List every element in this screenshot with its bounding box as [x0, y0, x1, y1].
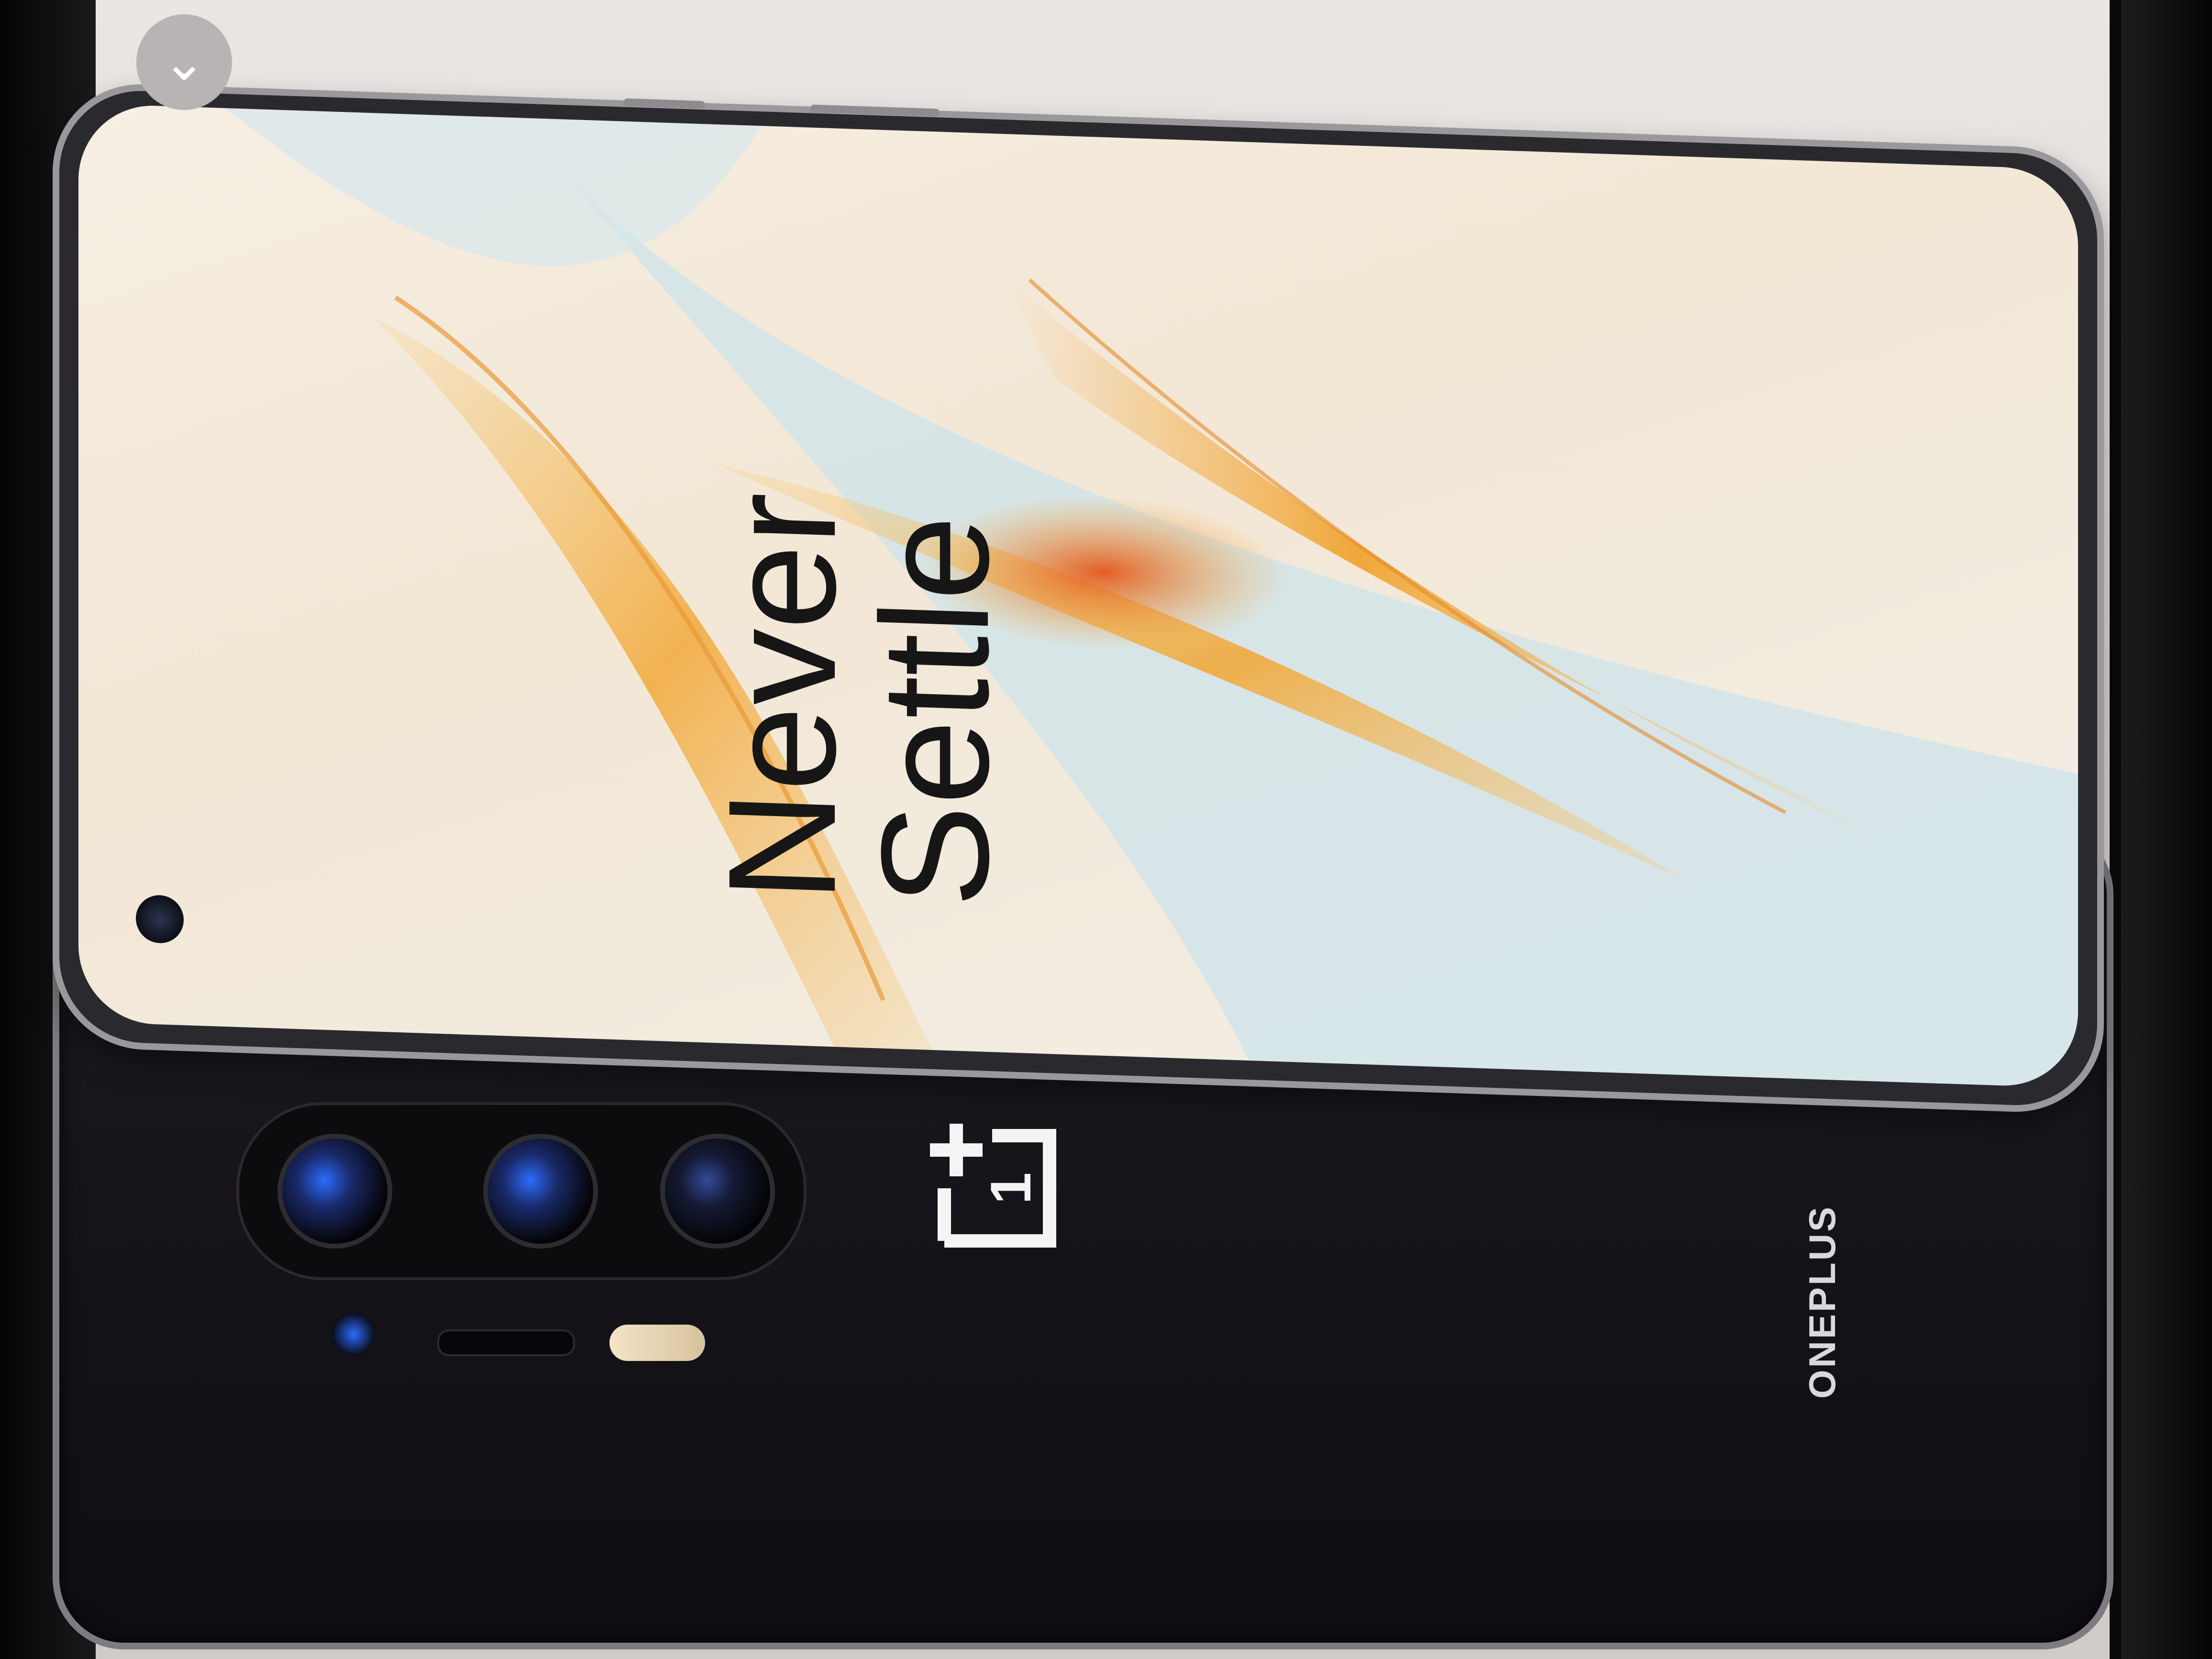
collapse-button[interactable]: ⌄	[136, 14, 232, 110]
laser-sensor	[332, 1313, 375, 1356]
phone-display: Never Settle	[78, 103, 2078, 1088]
microphone-slot	[437, 1329, 575, 1356]
wallpaper-tagline: Never Settle	[696, 490, 1020, 910]
camera-lens-icon	[660, 1134, 775, 1249]
photo-scene: 1 ONEPLUS Never Settle ⌄	[0, 0, 2212, 1659]
wallpaper-art	[224, 108, 2078, 1088]
camera-lens-icon	[483, 1134, 598, 1249]
camera-lens-icon	[277, 1134, 392, 1249]
tagline-line-2: Settle	[849, 512, 1020, 910]
oneplus-logo-icon: 1	[930, 1124, 1056, 1248]
monitor-right-bezel	[2121, 0, 2212, 1659]
chevron-down-icon: ⌄	[162, 33, 207, 91]
camera-module	[236, 1102, 807, 1280]
brand-wordmark: ONEPLUS	[1801, 1205, 1843, 1399]
svg-text:1: 1	[979, 1172, 1043, 1205]
phone-front: Never Settle	[53, 81, 2104, 1115]
led-flash	[609, 1325, 705, 1361]
tagline-line-1: Never	[696, 490, 867, 905]
